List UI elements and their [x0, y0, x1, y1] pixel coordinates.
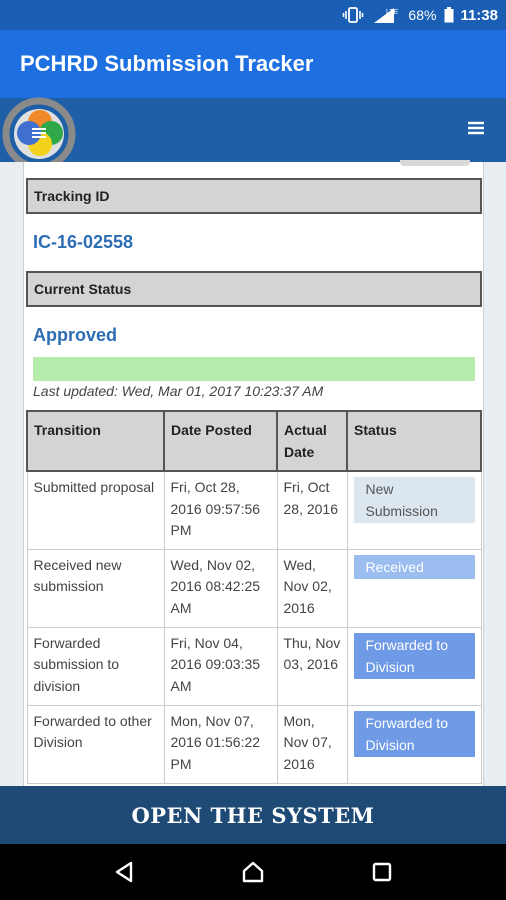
date-posted-cell: Mon, Nov 07, 2016 01:56:22 PM	[163, 704, 278, 784]
app-title: PCHRD Submission Tracker	[20, 51, 314, 76]
date-posted-cell: Fri, Nov 04, 2016 09:03:35 AM	[163, 626, 278, 706]
table-header-row: Transition Date Posted Actual Date Statu…	[26, 410, 482, 472]
status-badge: Forwarded to Division	[353, 710, 475, 757]
transitions-table: Transition Date Posted Actual Date Statu…	[26, 410, 482, 784]
table-row: Received new submission Wed, Nov 02, 201…	[26, 548, 482, 628]
open-system-button[interactable]: OPEN THE SYSTEM	[0, 786, 506, 844]
status-badge: Forwarded to Division	[353, 632, 475, 679]
actual-date-cell: Fri, Oct 28, 2016	[276, 470, 348, 550]
actual-date-cell: Thu, Nov 03, 2016	[276, 626, 348, 706]
home-icon[interactable]	[228, 847, 278, 897]
status-cell: Forwarded to Division	[346, 704, 482, 784]
app-bar: PCHRD Submission Tracker	[0, 30, 506, 98]
recents-icon[interactable]	[357, 847, 407, 897]
actual-date-cell: Mon, Nov 07, 2016	[276, 704, 348, 784]
current-status-header: Current Status	[26, 271, 482, 307]
status-badge: New Submission	[353, 477, 475, 523]
date-posted-cell: Fri, Oct 28, 2016 09:57:56 PM	[163, 470, 278, 550]
battery-icon	[444, 7, 454, 23]
actual-date-cell: Wed, Nov 02, 2016	[276, 548, 348, 628]
logo[interactable]	[2, 97, 78, 171]
transition-cell: Submitted proposal	[26, 470, 165, 550]
transition-cell: Received new submission	[26, 548, 165, 628]
table-row: Forwarded to other Division Mon, Nov 07,…	[26, 704, 482, 784]
battery-percent: 68%	[408, 7, 437, 23]
column-header-status: Status	[346, 410, 482, 472]
status-badge: Received	[353, 554, 475, 579]
column-header-transition: Transition	[26, 410, 165, 472]
status-progress-bar	[33, 357, 475, 381]
table-row: Forwarded submission to division Fri, No…	[26, 626, 482, 706]
tab-edge	[400, 160, 470, 166]
tracking-id-header: Tracking ID	[26, 178, 482, 214]
tracking-id-value: IC-16-02558	[33, 232, 134, 252]
back-icon[interactable]	[99, 847, 149, 897]
date-posted-cell: Wed, Nov 02, 2016 08:42:25 AM	[163, 548, 278, 628]
vibrate-icon	[342, 7, 364, 23]
signal-icon: LTE	[372, 6, 400, 24]
svg-text:LTE: LTE	[386, 9, 399, 16]
hamburger-menu-icon[interactable]	[468, 118, 484, 141]
current-status-value: Approved	[33, 325, 118, 345]
clock: 11:38	[460, 6, 498, 24]
transition-cell: Forwarded submission to division	[26, 626, 165, 706]
column-header-actual-date: Actual Date	[276, 410, 348, 472]
status-cell: New Submission	[346, 470, 482, 550]
status-cell: Received	[346, 548, 482, 628]
transition-cell: Forwarded to other Division	[26, 704, 165, 784]
status-bar: LTE 68% 11:38	[0, 0, 506, 30]
status-cell: Forwarded to Division	[346, 626, 482, 706]
column-header-date-posted: Date Posted	[163, 410, 278, 472]
table-row: Submitted proposal Fri, Oct 28, 2016 09:…	[26, 470, 482, 550]
system-nav-bar	[0, 844, 506, 900]
last-updated-text: Last updated: Wed, Mar 01, 2017 10:23:37…	[33, 383, 324, 399]
